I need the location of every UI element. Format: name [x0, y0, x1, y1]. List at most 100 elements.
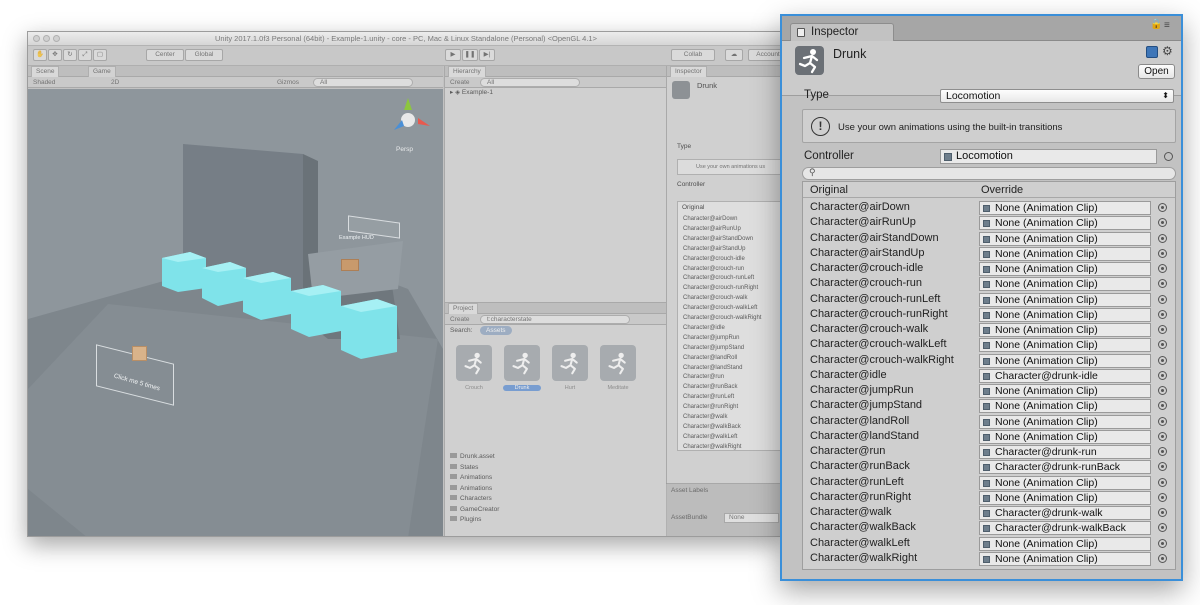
small-clip-row[interactable]: Character@airStandDown	[678, 234, 784, 244]
override-clip-field[interactable]: Character@drunk-walkBack	[979, 521, 1151, 536]
clip-picker-icon[interactable]	[1158, 309, 1167, 319]
override-clip-field[interactable]: None (Animation Clip)	[979, 551, 1151, 566]
project-create-button[interactable]: Create	[450, 315, 470, 325]
clip-picker-icon[interactable]	[1158, 264, 1167, 273]
mode-2d-button[interactable]: 2D	[111, 78, 119, 88]
controller-field[interactable]: Locomotion	[940, 149, 1157, 164]
small-clip-row[interactable]: Character@crouch-idle	[678, 254, 784, 264]
override-clip-field[interactable]: Character@drunk-run	[979, 445, 1151, 459]
override-clip-field[interactable]: None (Animation Clip)	[979, 429, 1151, 444]
small-clip-row[interactable]: Character@runBack	[678, 382, 784, 392]
clip-picker-icon[interactable]	[1158, 370, 1167, 380]
override-clip-field[interactable]: None (Animation Clip)	[979, 307, 1151, 322]
small-clip-row[interactable]: Character@crouch-walk	[678, 293, 784, 303]
asset-item[interactable]: Meditate	[599, 345, 637, 391]
tab-hierarchy[interactable]: Hierarchy	[448, 66, 486, 77]
clip-picker-icon[interactable]	[1158, 523, 1167, 533]
scene-viewport[interactable]: Example HUD Click me 5 times Persp	[28, 89, 443, 536]
small-clip-row[interactable]: Character@airDown	[678, 214, 784, 224]
override-clip-field[interactable]: None (Animation Clip)	[979, 475, 1151, 490]
override-clip-field[interactable]: None (Animation Clip)	[979, 323, 1151, 337]
small-clip-row[interactable]: Character@crouch-run	[678, 264, 784, 274]
scale-tool-icon[interactable]: ⤢	[78, 49, 92, 61]
small-clip-row[interactable]: Character@walk	[678, 412, 784, 422]
rotate-tool-icon[interactable]: ↻	[63, 49, 77, 61]
small-clip-row[interactable]: Character@walkBack	[678, 422, 784, 432]
clip-picker-icon[interactable]	[1158, 203, 1167, 212]
override-clip-field[interactable]: None (Animation Clip)	[979, 262, 1151, 276]
shading-dropdown[interactable]: Shaded	[33, 78, 55, 88]
small-clip-row[interactable]: Character@landRoll	[678, 353, 784, 363]
open-button[interactable]: Open	[1138, 64, 1175, 79]
small-clip-row[interactable]: Character@crouch-walkRight	[678, 313, 784, 323]
cyan-cube-5[interactable]	[341, 299, 397, 359]
override-clip-field[interactable]: None (Animation Clip)	[979, 414, 1151, 429]
assets-chip[interactable]: Assets	[480, 326, 512, 335]
rect-tool-icon[interactable]: ▢	[93, 49, 107, 61]
gizmos-dropdown[interactable]: Gizmos	[277, 78, 299, 88]
override-clip-field[interactable]: Character@drunk-idle	[979, 368, 1151, 383]
project-tree-item[interactable]: States	[445, 463, 666, 473]
asset-item[interactable]: Drunk	[503, 345, 541, 391]
small-clip-row[interactable]: Character@walkLeft	[678, 432, 784, 442]
clip-picker-icon[interactable]	[1158, 325, 1167, 334]
clip-picker-icon[interactable]	[1158, 553, 1167, 563]
override-clip-field[interactable]: Character@drunk-walk	[979, 506, 1151, 520]
small-clip-row[interactable]: Character@crouch-runRight	[678, 283, 784, 293]
asset-item[interactable]: Crouch	[455, 345, 493, 391]
help-book-icon[interactable]	[1146, 46, 1158, 58]
small-clip-row[interactable]: Character@walkRight	[678, 442, 784, 452]
clip-picker-icon[interactable]	[1158, 294, 1167, 304]
override-clip-field[interactable]: None (Animation Clip)	[979, 490, 1151, 505]
small-clip-row[interactable]: Character@crouch-walkLeft	[678, 303, 784, 313]
project-search-input[interactable]: t:characterstate	[480, 315, 630, 324]
tab-game[interactable]: Game	[88, 66, 116, 77]
clip-picker-icon[interactable]	[1158, 462, 1167, 472]
hand-tool-icon[interactable]: ✋	[33, 49, 47, 61]
tab-scene[interactable]: Scene	[31, 66, 60, 77]
scene-search-input[interactable]: All	[313, 78, 413, 87]
settings-gear-icon[interactable]: ⚙	[1162, 44, 1173, 58]
cyan-cube-4[interactable]	[291, 285, 341, 337]
move-tool-icon[interactable]: ✥	[48, 49, 62, 61]
clip-picker-icon[interactable]	[1158, 218, 1167, 228]
override-clip-field[interactable]: None (Animation Clip)	[979, 536, 1151, 551]
small-clip-row[interactable]: Character@landStand	[678, 363, 784, 373]
clip-picker-icon[interactable]	[1158, 431, 1167, 441]
clip-picker-icon[interactable]	[1158, 279, 1167, 289]
small-clip-row[interactable]: Character@run	[678, 372, 784, 382]
override-clip-field[interactable]: None (Animation Clip)	[979, 384, 1151, 398]
override-clip-field[interactable]: None (Animation Clip)	[979, 353, 1151, 368]
clip-picker-icon[interactable]	[1158, 386, 1167, 395]
override-clip-field[interactable]: None (Animation Clip)	[979, 338, 1151, 353]
collab-button[interactable]: Collab	[671, 49, 715, 61]
project-tree-item[interactable]: Animations	[445, 484, 666, 494]
cyan-cube-3[interactable]	[243, 272, 291, 320]
override-clip-field[interactable]: None (Animation Clip)	[979, 201, 1151, 215]
small-clip-row[interactable]: Character@jumpStand	[678, 343, 784, 353]
tab-project[interactable]: Project	[448, 303, 479, 314]
tab-inspector[interactable]: Inspector	[790, 23, 894, 42]
override-clip-field[interactable]: None (Animation Clip)	[979, 399, 1151, 414]
clip-picker-icon[interactable]	[1158, 538, 1167, 548]
asset-bundle-dropdown[interactable]: None	[724, 513, 779, 523]
lock-icon[interactable]: 🔒	[1150, 19, 1162, 30]
cyan-cube-1[interactable]	[162, 252, 206, 292]
project-tree-item[interactable]: Drunk.asset	[445, 452, 666, 462]
cyan-cube-2[interactable]	[202, 262, 246, 306]
clip-picker-icon[interactable]	[1158, 355, 1167, 365]
project-tree-item[interactable]: GameCreator	[445, 505, 666, 515]
small-clip-row[interactable]: Character@airRunUp	[678, 224, 784, 234]
override-clip-field[interactable]: None (Animation Clip)	[979, 277, 1151, 292]
clip-picker-icon[interactable]	[1158, 248, 1167, 258]
small-clip-row[interactable]: Character@crouch-runLeft	[678, 273, 784, 283]
clip-picker-icon[interactable]	[1158, 477, 1167, 487]
pivot-center-button[interactable]: Center	[146, 49, 184, 61]
step-icon[interactable]: ▶|	[479, 49, 495, 61]
play-icon[interactable]: ▶	[445, 49, 461, 61]
panel-menu-icon[interactable]: ≡	[1164, 20, 1170, 31]
clip-picker-icon[interactable]	[1158, 508, 1167, 517]
small-clip-row[interactable]: Character@idle	[678, 323, 784, 333]
asset-item[interactable]: Hurt	[551, 345, 589, 391]
small-clip-row[interactable]: Character@runLeft	[678, 392, 784, 402]
